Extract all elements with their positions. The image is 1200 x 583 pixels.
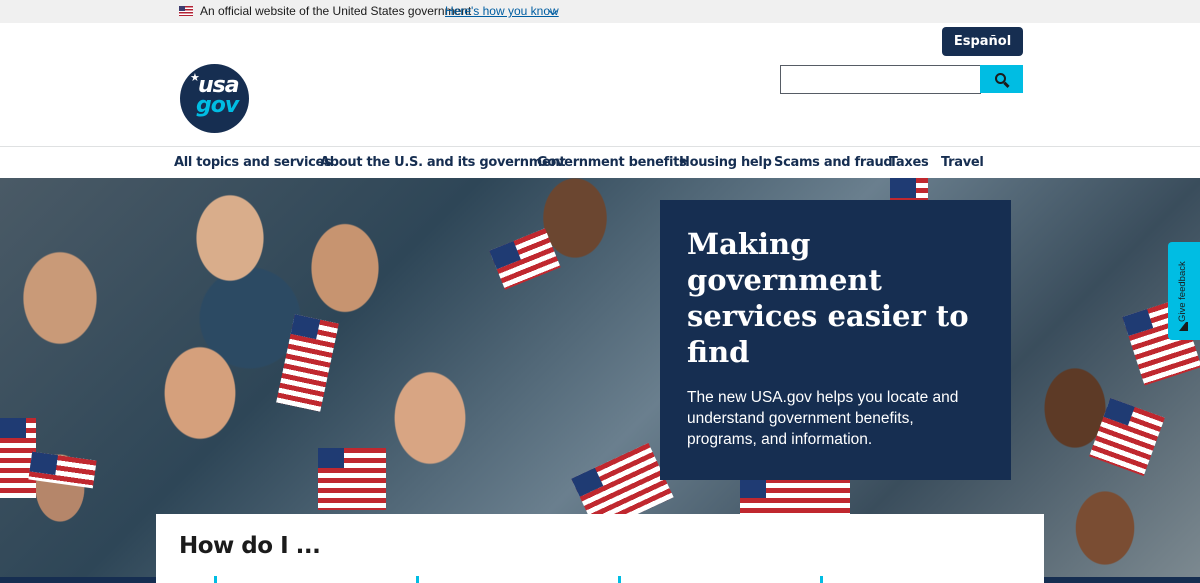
flag-image [740,478,850,518]
search-icon [995,72,1006,84]
heres-how-you-know-link[interactable]: Here's how you know [445,4,559,18]
espanol-button[interactable]: Español [942,27,1023,56]
search-button[interactable] [980,65,1023,93]
how-do-i-item-marker [214,576,217,583]
flag-image [890,178,928,200]
nav-item-all-topics[interactable]: All topics and services [174,155,332,170]
logo-text-gov: gov [196,93,239,118]
nav-item-scams-and-fraud[interactable]: Scams and fraud [774,155,893,170]
flag-image [489,228,561,290]
how-do-i-item-marker [618,576,621,583]
flag-image [318,448,386,510]
flag-image [1089,397,1165,477]
nav-item-government-benefits[interactable]: Government benefits [537,155,687,170]
nav-item-travel[interactable]: Travel [941,155,984,170]
feedback-icon [1179,322,1188,331]
usagov-logo[interactable]: ★ usa gov [180,64,249,133]
search-input[interactable] [780,65,981,94]
how-do-i-item-marker [820,576,823,583]
how-do-i-title: How do I ... [179,533,321,559]
how-do-i-section: How do I ... [156,514,1044,583]
us-flag-icon [179,6,193,16]
how-do-i-item-marker [416,576,419,583]
hero-description: The new USA.gov helps you locate and und… [687,389,959,448]
flag-image [28,451,97,489]
gov-banner-text: An official website of the United States… [200,4,472,18]
nav-item-about-us-government[interactable]: About the U.S. and its government [320,155,566,170]
hero-title: Making government services easier to fin… [687,227,969,369]
gov-banner: An official website of the United States… [0,0,1200,23]
main-nav: All topics and services About the U.S. a… [0,147,1200,178]
flag-image [276,314,339,412]
nav-item-housing-help[interactable]: Housing help [679,155,772,170]
nav-item-taxes[interactable]: Taxes [889,155,929,170]
give-feedback-label: Give feedback [1177,261,1188,322]
hero-card: Making government services easier to fin… [660,200,1011,480]
give-feedback-tab[interactable]: Give feedback [1168,242,1200,340]
